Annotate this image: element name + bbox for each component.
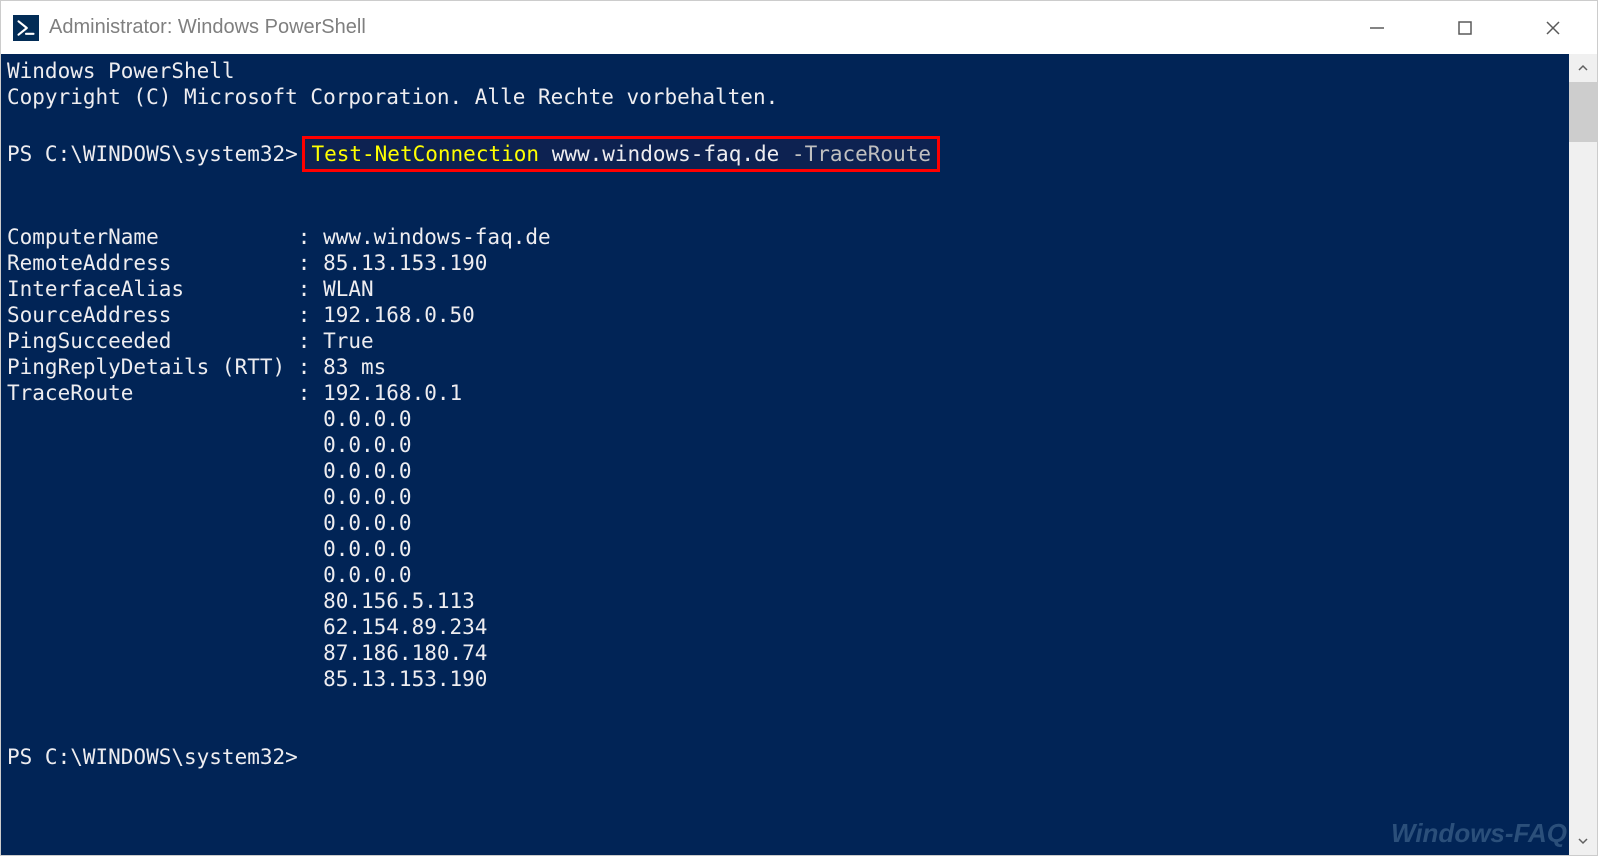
titlebar[interactable]: Administrator: Windows PowerShell	[1, 1, 1597, 54]
minimize-button[interactable]	[1333, 1, 1421, 54]
prompt-path: PS C:\WINDOWS\system32>	[7, 142, 298, 166]
maximize-button[interactable]	[1421, 1, 1509, 54]
command-arg: www.windows-faq.de	[552, 142, 780, 166]
window-controls	[1333, 1, 1597, 54]
command-name: Test-NetConnection	[311, 142, 539, 166]
banner-line1: Windows PowerShell	[7, 59, 235, 83]
prompt-path-2: PS C:\WINDOWS\system32>	[7, 745, 298, 769]
command-highlight-box: Test-NetConnection www.windows-faq.de -T…	[302, 136, 940, 172]
window-title: Administrator: Windows PowerShell	[49, 16, 366, 39]
terminal-output[interactable]: Windows PowerShell Copyright (C) Microso…	[1, 54, 1569, 855]
terminal-area: Windows PowerShell Copyright (C) Microso…	[1, 54, 1597, 855]
close-button[interactable]	[1509, 1, 1597, 54]
scroll-thumb[interactable]	[1569, 82, 1597, 142]
banner-line2: Copyright (C) Microsoft Corporation. All…	[7, 85, 778, 109]
scroll-up-button[interactable]	[1569, 54, 1597, 82]
scrollbar[interactable]	[1569, 54, 1597, 855]
result-block: ComputerName : www.windows-faq.de Remote…	[7, 225, 551, 691]
scroll-down-button[interactable]	[1569, 827, 1597, 855]
command-flag: -TraceRoute	[792, 142, 931, 166]
scroll-track[interactable]	[1569, 82, 1597, 827]
powershell-icon	[13, 15, 39, 41]
powershell-window: Administrator: Windows PowerShell Window…	[0, 0, 1598, 856]
